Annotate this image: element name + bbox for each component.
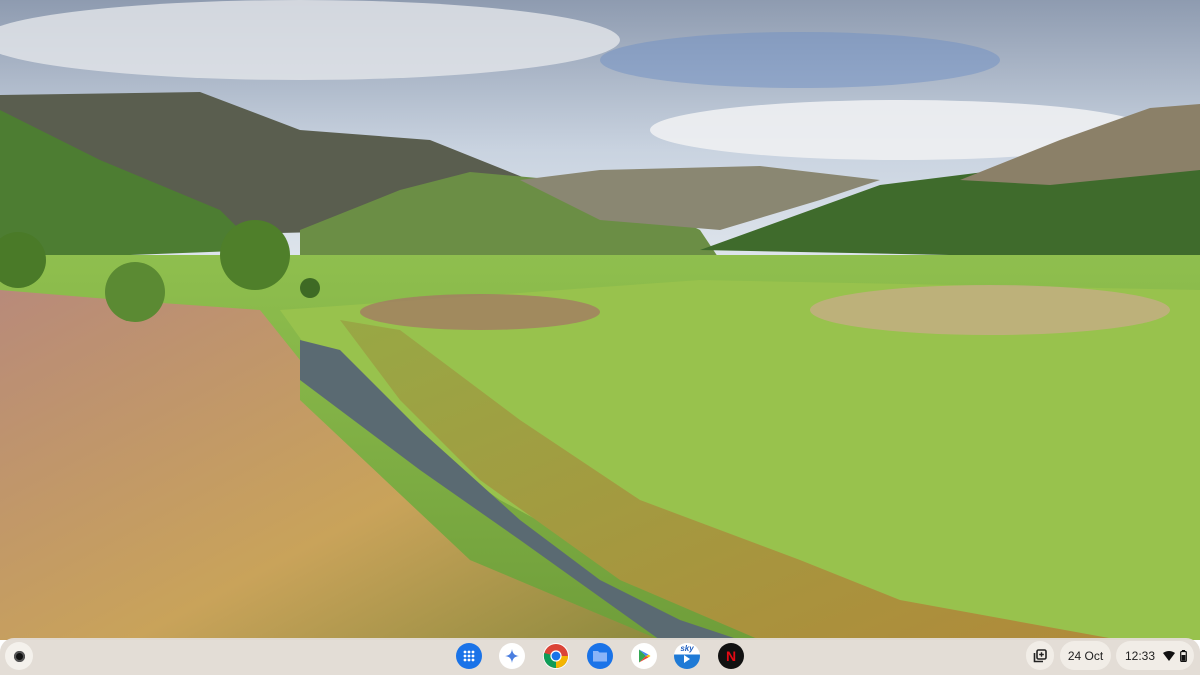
system-tray-button[interactable]: 12:33 — [1116, 641, 1194, 670]
netflix-icon: N — [725, 648, 737, 664]
netflix-app-button[interactable]: N — [718, 643, 744, 669]
play-store-icon — [639, 649, 651, 663]
files-app-button[interactable] — [587, 643, 613, 669]
screen-capture-button[interactable] — [1026, 641, 1054, 670]
sky-icon: sky — [680, 643, 694, 653]
chrome-icon — [543, 644, 568, 668]
capture-mode-icon — [1033, 648, 1047, 662]
launcher-icon — [13, 650, 25, 662]
play-triangle-icon — [684, 654, 690, 663]
app-launcher-button[interactable] — [456, 643, 482, 669]
wifi-icon — [1163, 650, 1176, 661]
chrome-app-button[interactable] — [543, 643, 569, 669]
gemini-icon — [505, 649, 519, 663]
files-icon — [593, 651, 607, 662]
date-label: 24 Oct — [1067, 648, 1104, 663]
time-label: 12:33 — [1125, 648, 1156, 663]
app-grid-icon — [463, 650, 475, 662]
sky-app-button[interactable]: sky — [674, 643, 700, 669]
launcher-button[interactable] — [5, 642, 33, 670]
desktop-wallpaper — [0, 0, 1200, 640]
play-store-app-button[interactable] — [631, 643, 657, 669]
date-tray-button[interactable]: 24 Oct — [1060, 641, 1111, 670]
gemini-app-button[interactable] — [499, 643, 525, 669]
battery-icon — [1180, 649, 1187, 662]
